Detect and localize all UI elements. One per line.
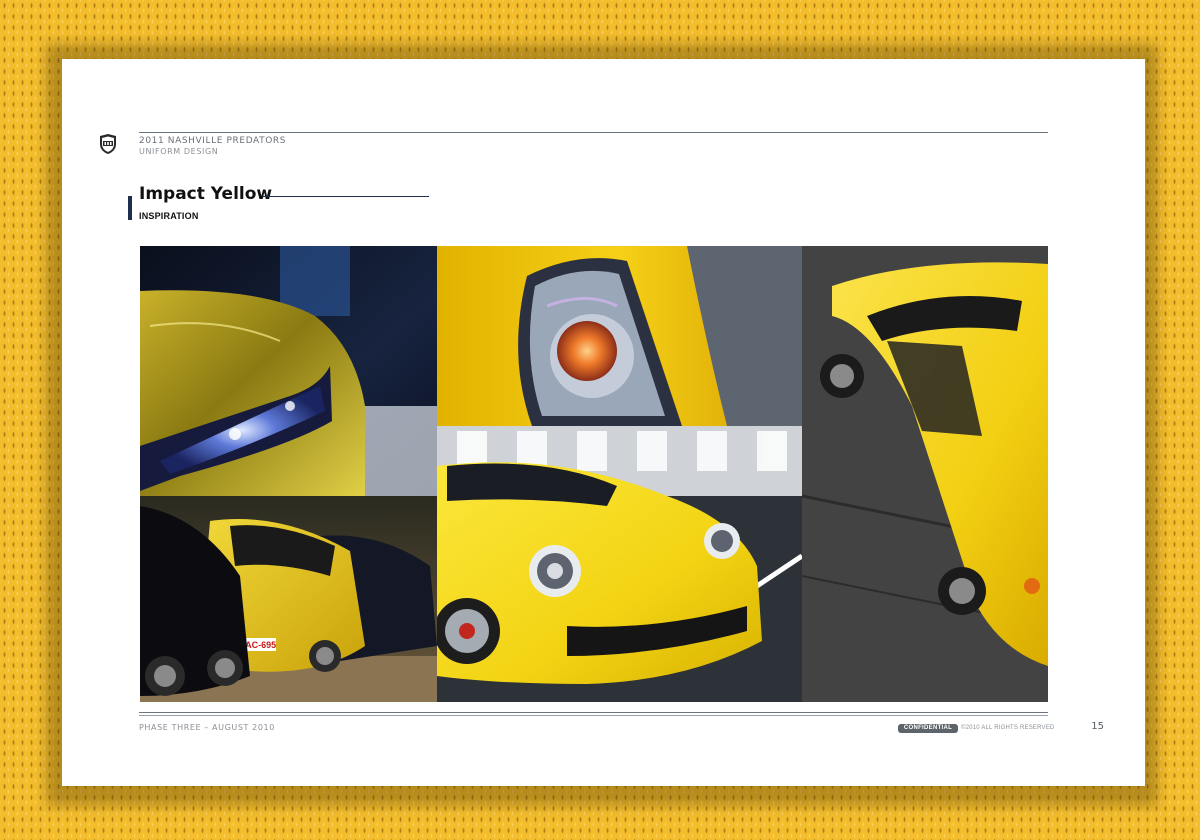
- yellow-porsche-image: [437, 426, 802, 702]
- document-page: 2011 NASHVILLE PREDATORS UNIFORM DESIGN …: [62, 59, 1145, 786]
- corvette-lineup-image: YAC-695: [140, 496, 437, 702]
- header-subtitle: UNIFORM DESIGN: [139, 147, 219, 156]
- overhead-lamborghini-image: [802, 246, 1048, 702]
- corvette-lineup-photo: YAC-695: [140, 496, 437, 702]
- concept-car-headlight-image: [140, 246, 437, 496]
- header-title: 2011 NASHVILLE PREDATORS: [139, 136, 287, 146]
- section-subtitle: INSPIRATION: [139, 211, 199, 221]
- yellow-porsche-photo: [437, 426, 802, 702]
- nhl-shield-icon: [100, 134, 116, 154]
- inspiration-collage: YAC-695: [140, 246, 1048, 702]
- section-title: Impact Yellow: [139, 184, 273, 204]
- taillight-closeup-image: [437, 246, 802, 426]
- title-accent-bar: [128, 196, 132, 220]
- footer-rule: [139, 712, 1048, 713]
- header-rule: [139, 132, 1048, 133]
- footer-rule-secondary: [139, 715, 1048, 716]
- phase-date-label: PHASE THREE – AUGUST 2010: [139, 723, 275, 732]
- concept-car-headlight-photo: [140, 246, 437, 496]
- title-rule: [263, 196, 429, 197]
- confidential-badge: CONFIDENTIAL: [898, 724, 958, 733]
- page-number: 15: [1091, 721, 1104, 732]
- taillight-closeup-photo: [437, 246, 802, 426]
- copyright-notice: ©2010 ALL RIGHTS RESERVED: [961, 725, 1055, 731]
- overhead-lamborghini-photo: [802, 246, 1048, 702]
